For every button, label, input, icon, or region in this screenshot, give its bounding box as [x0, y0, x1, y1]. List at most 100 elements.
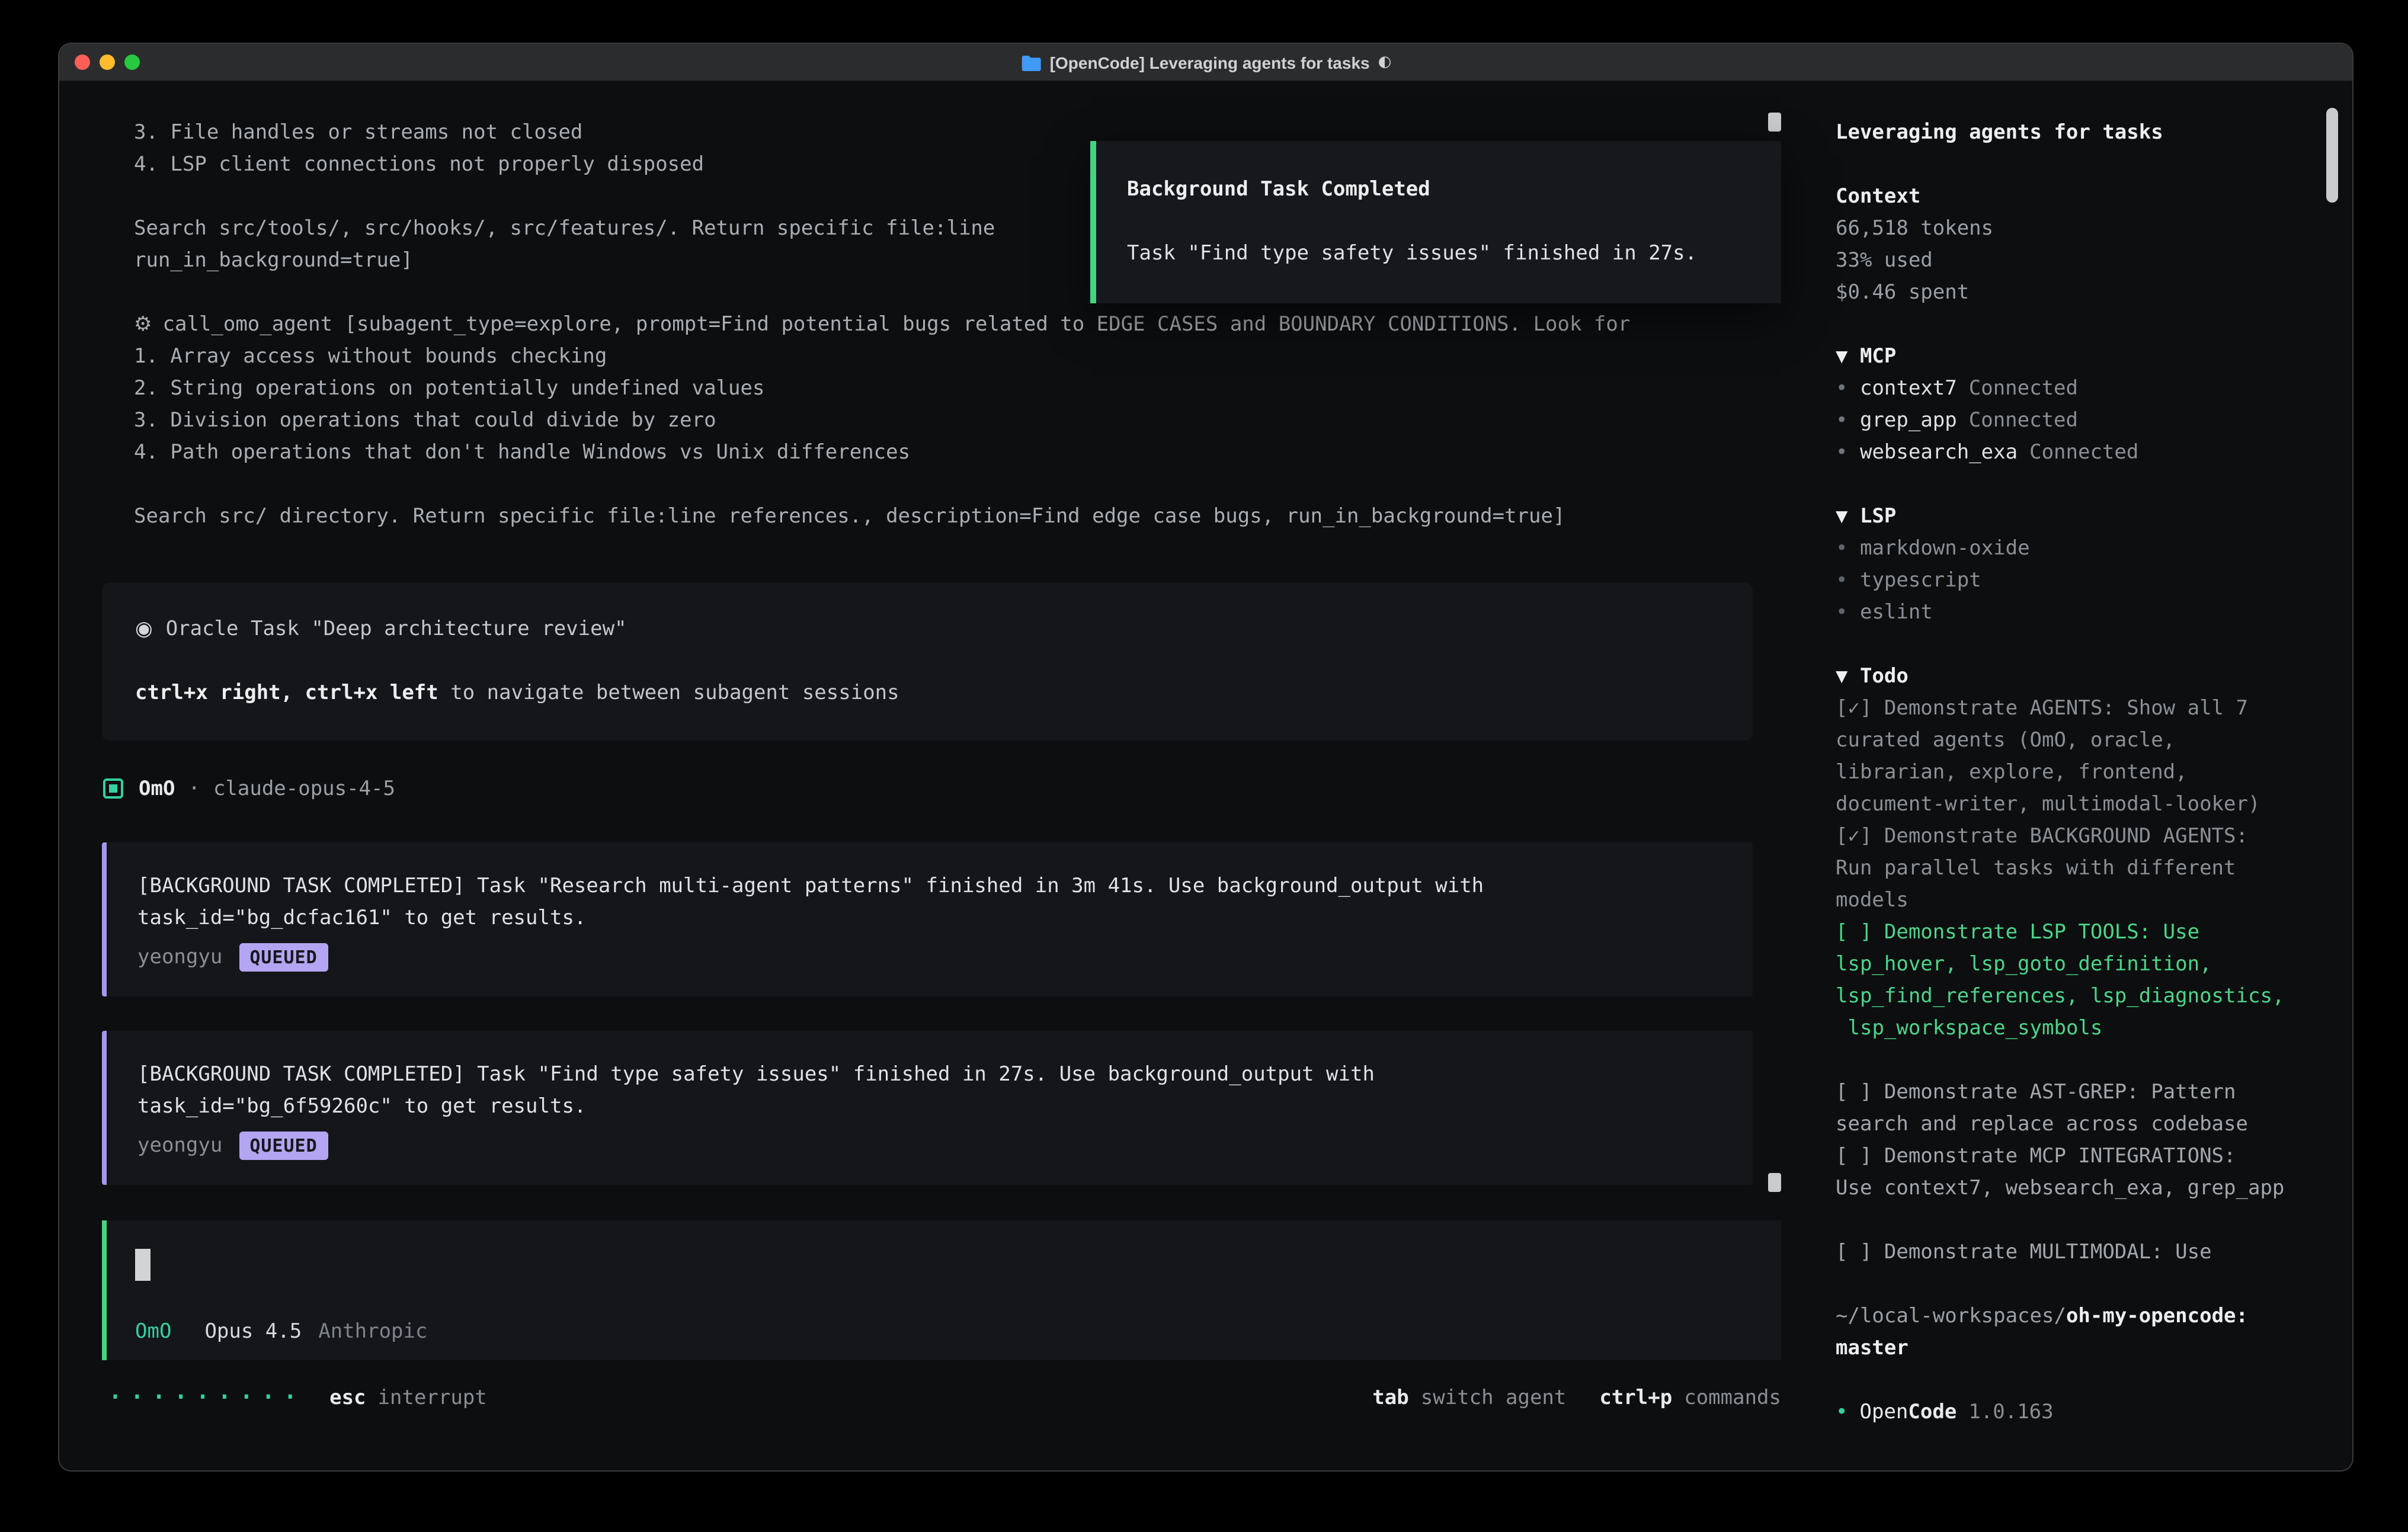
task-message-line: task_id="bg_6f59260c" to get results. [137, 1091, 1753, 1123]
close-button[interactable] [75, 55, 90, 70]
gear-icon: ⚙ [134, 313, 152, 336]
context-used: 33% used [1836, 245, 2352, 277]
mcp-status: Connected [2029, 441, 2138, 464]
folder-icon [1020, 54, 1042, 70]
oracle-task-title-line: ◉Oracle Task "Deep architecture review" [135, 614, 1753, 646]
mcp-name: context7 [1860, 377, 1957, 400]
desktop: [OpenCode] Leveraging agents for tasks ◐… [0, 0, 2408, 1532]
terminal-line: Search src/ directory. Return specific f… [134, 501, 1789, 533]
sidebar: Leveraging agents for tasks Context 66,5… [1836, 82, 2352, 1470]
status-right: tab switch agent ctrl+p commands [1372, 1386, 1781, 1409]
input-model-name: Opus 4.5 [204, 1320, 302, 1344]
session-timer-icon: ◐ [1378, 53, 1392, 71]
titlebar: [OpenCode] Leveraging agents for tasks ◐ [59, 44, 2352, 82]
task-user: yeongyu [137, 1133, 222, 1157]
oracle-task-title: Oracle Task "Deep architecture review" [166, 617, 627, 641]
mcp-status: Connected [1969, 377, 2078, 400]
mcp-status: Connected [1969, 409, 2078, 432]
task-message-line: task_id="bg_dcfac161" to get results. [137, 903, 1753, 935]
tab-label: switch agent [1421, 1386, 1567, 1409]
agent-header: OmO · claude-opus-4-5 [103, 773, 1789, 805]
ctrlp-key-hint: ctrl+p [1599, 1386, 1672, 1409]
notification-body: Task "Find type safety issues" finished … [1127, 238, 1750, 270]
todo-item: [✓] Demonstrate AGENTS: Show all 7 curat… [1836, 693, 2352, 821]
notification-title: Background Task Completed [1127, 174, 1750, 206]
spinner-dots: ········· [107, 1382, 303, 1414]
ctrlp-label: commands [1684, 1386, 1781, 1409]
workspace-path: ~/local-workspaces/oh-my-opencode: maste… [1836, 1301, 2352, 1365]
session-title: Leveraging agents for tasks [1836, 117, 2352, 149]
mcp-heading[interactable]: ▼ MCP [1836, 341, 2352, 373]
hint-keys: ctrl+x right, ctrl+x left [135, 681, 438, 705]
terminal-line [134, 469, 1789, 501]
background-task-notification: Background Task Completed Task "Find typ… [1090, 141, 1781, 303]
text-cursor [135, 1249, 150, 1281]
hint-text: to navigate between subagent sessions [438, 681, 899, 705]
task-meta: yeongyu QUEUED [137, 1129, 1753, 1161]
agent-model: claude-opus-4-5 [213, 777, 395, 800]
tab-key-hint: tab [1372, 1386, 1408, 1409]
minimize-button[interactable] [100, 55, 115, 70]
terminal-line: 3. Division operations that could divide… [134, 405, 1789, 437]
todo-item: [ ] Demonstrate MCP INTEGRATIONS: Use co… [1836, 1141, 2352, 1205]
context-tokens: 66,518 tokens [1836, 213, 2352, 245]
app-version: • OpenCode 1.0.163 [1836, 1397, 2352, 1429]
terminal-line: 4. Path operations that don't handle Win… [134, 437, 1789, 469]
zoom-button[interactable] [124, 55, 140, 70]
agent-checkbox-icon [103, 778, 123, 799]
traffic-lights [75, 55, 140, 70]
mcp-section: ▼ MCP context7 Connected grep_app Connecte… [1836, 341, 2352, 469]
lsp-item: markdown-oxide [1836, 533, 2352, 565]
version-bullet: • [1836, 1400, 1848, 1424]
mcp-item: websearch_exa Connected [1836, 437, 2352, 469]
workspace-prefix: ~/local-workspaces/ [1836, 1305, 2066, 1328]
esc-key-hint: esc [329, 1386, 366, 1409]
context-spent: $0.46 spent [1836, 277, 2352, 309]
task-meta: yeongyu QUEUED [137, 941, 1753, 973]
lsp-section: ▼ LSP markdown-oxide typescript eslint [1836, 501, 2352, 629]
todo-item: [✓] Demonstrate BACKGROUND AGENTS: Run p… [1836, 821, 2352, 917]
lsp-heading[interactable]: ▼ LSP [1836, 501, 2352, 533]
input-model-provider: Anthropic [318, 1320, 427, 1344]
task-message-line: [BACKGROUND TASK COMPLETED] Task "Find t… [137, 1059, 1753, 1091]
todo-heading[interactable]: ▼ Todo [1836, 661, 2352, 693]
tool-call-text: call_omo_agent [subagent_type=explore, p… [163, 313, 1631, 336]
task-message-line: [BACKGROUND TASK COMPLETED] Task "Resear… [137, 871, 1753, 903]
agent-separator: · [188, 777, 200, 800]
context-section: Context 66,518 tokens 33% used $0.46 spe… [1836, 181, 2352, 309]
background-task-message: [BACKGROUND TASK COMPLETED] Task "Resear… [102, 842, 1753, 996]
prompt-input[interactable]: OmO Opus 4.5 Anthropic [102, 1220, 1781, 1360]
terminal-window: [OpenCode] Leveraging agents for tasks ◐… [59, 44, 2352, 1470]
lsp-item: eslint [1836, 597, 2352, 629]
window-content: 3. File handles or streams not closed 4.… [59, 82, 2352, 1470]
lsp-item: typescript [1836, 565, 2352, 597]
workspace-branch: master [1836, 1333, 2352, 1365]
status-bar: ········· esc interrupt tab switch agent… [107, 1382, 1781, 1414]
app-name: Open [1860, 1400, 1909, 1424]
mcp-name: websearch_exa [1860, 441, 2018, 464]
version-number: 1.0.163 [1968, 1400, 2053, 1424]
background-task-message: [BACKGROUND TASK COMPLETED] Task "Find t… [102, 1031, 1753, 1185]
mcp-name: grep_app [1860, 409, 1957, 432]
mcp-item: grep_app Connected [1836, 405, 2352, 437]
todo-item: [ ] Demonstrate AST-GREP: Pattern search… [1836, 1077, 2352, 1141]
task-user: yeongyu [137, 945, 222, 969]
esc-label: interrupt [378, 1386, 487, 1409]
tool-call-line: ⚙ call_omo_agent [subagent_type=explore, … [134, 309, 1789, 341]
scrollbar-thumb-bottom[interactable] [1768, 1173, 1781, 1192]
terminal-line: 1. Array access without bounds checking [134, 341, 1789, 373]
app-name-bold: Code [1908, 1400, 1956, 1424]
queued-badge: QUEUED [239, 943, 328, 971]
navigation-hint: ctrl+x right, ctrl+x left to navigate be… [135, 678, 1753, 710]
context-heading: Context [1836, 181, 2352, 213]
oracle-task-box: ◉Oracle Task "Deep architecture review" … [102, 583, 1753, 741]
scrollbar-thumb-top[interactable] [1768, 113, 1781, 132]
window-title: [OpenCode] Leveraging agents for tasks ◐ [1020, 53, 1392, 72]
sidebar-scrollbar-thumb[interactable] [2326, 108, 2338, 203]
input-agent-name: OmO [135, 1320, 171, 1344]
mcp-item: context7 Connected [1836, 373, 2352, 405]
agent-name: OmO [139, 777, 175, 800]
queued-badge: QUEUED [239, 1131, 328, 1159]
todo-item: [ ] Demonstrate MULTIMODAL: Use [1836, 1237, 2352, 1269]
main-pane: 3. File handles or streams not closed 4.… [59, 82, 1789, 1470]
